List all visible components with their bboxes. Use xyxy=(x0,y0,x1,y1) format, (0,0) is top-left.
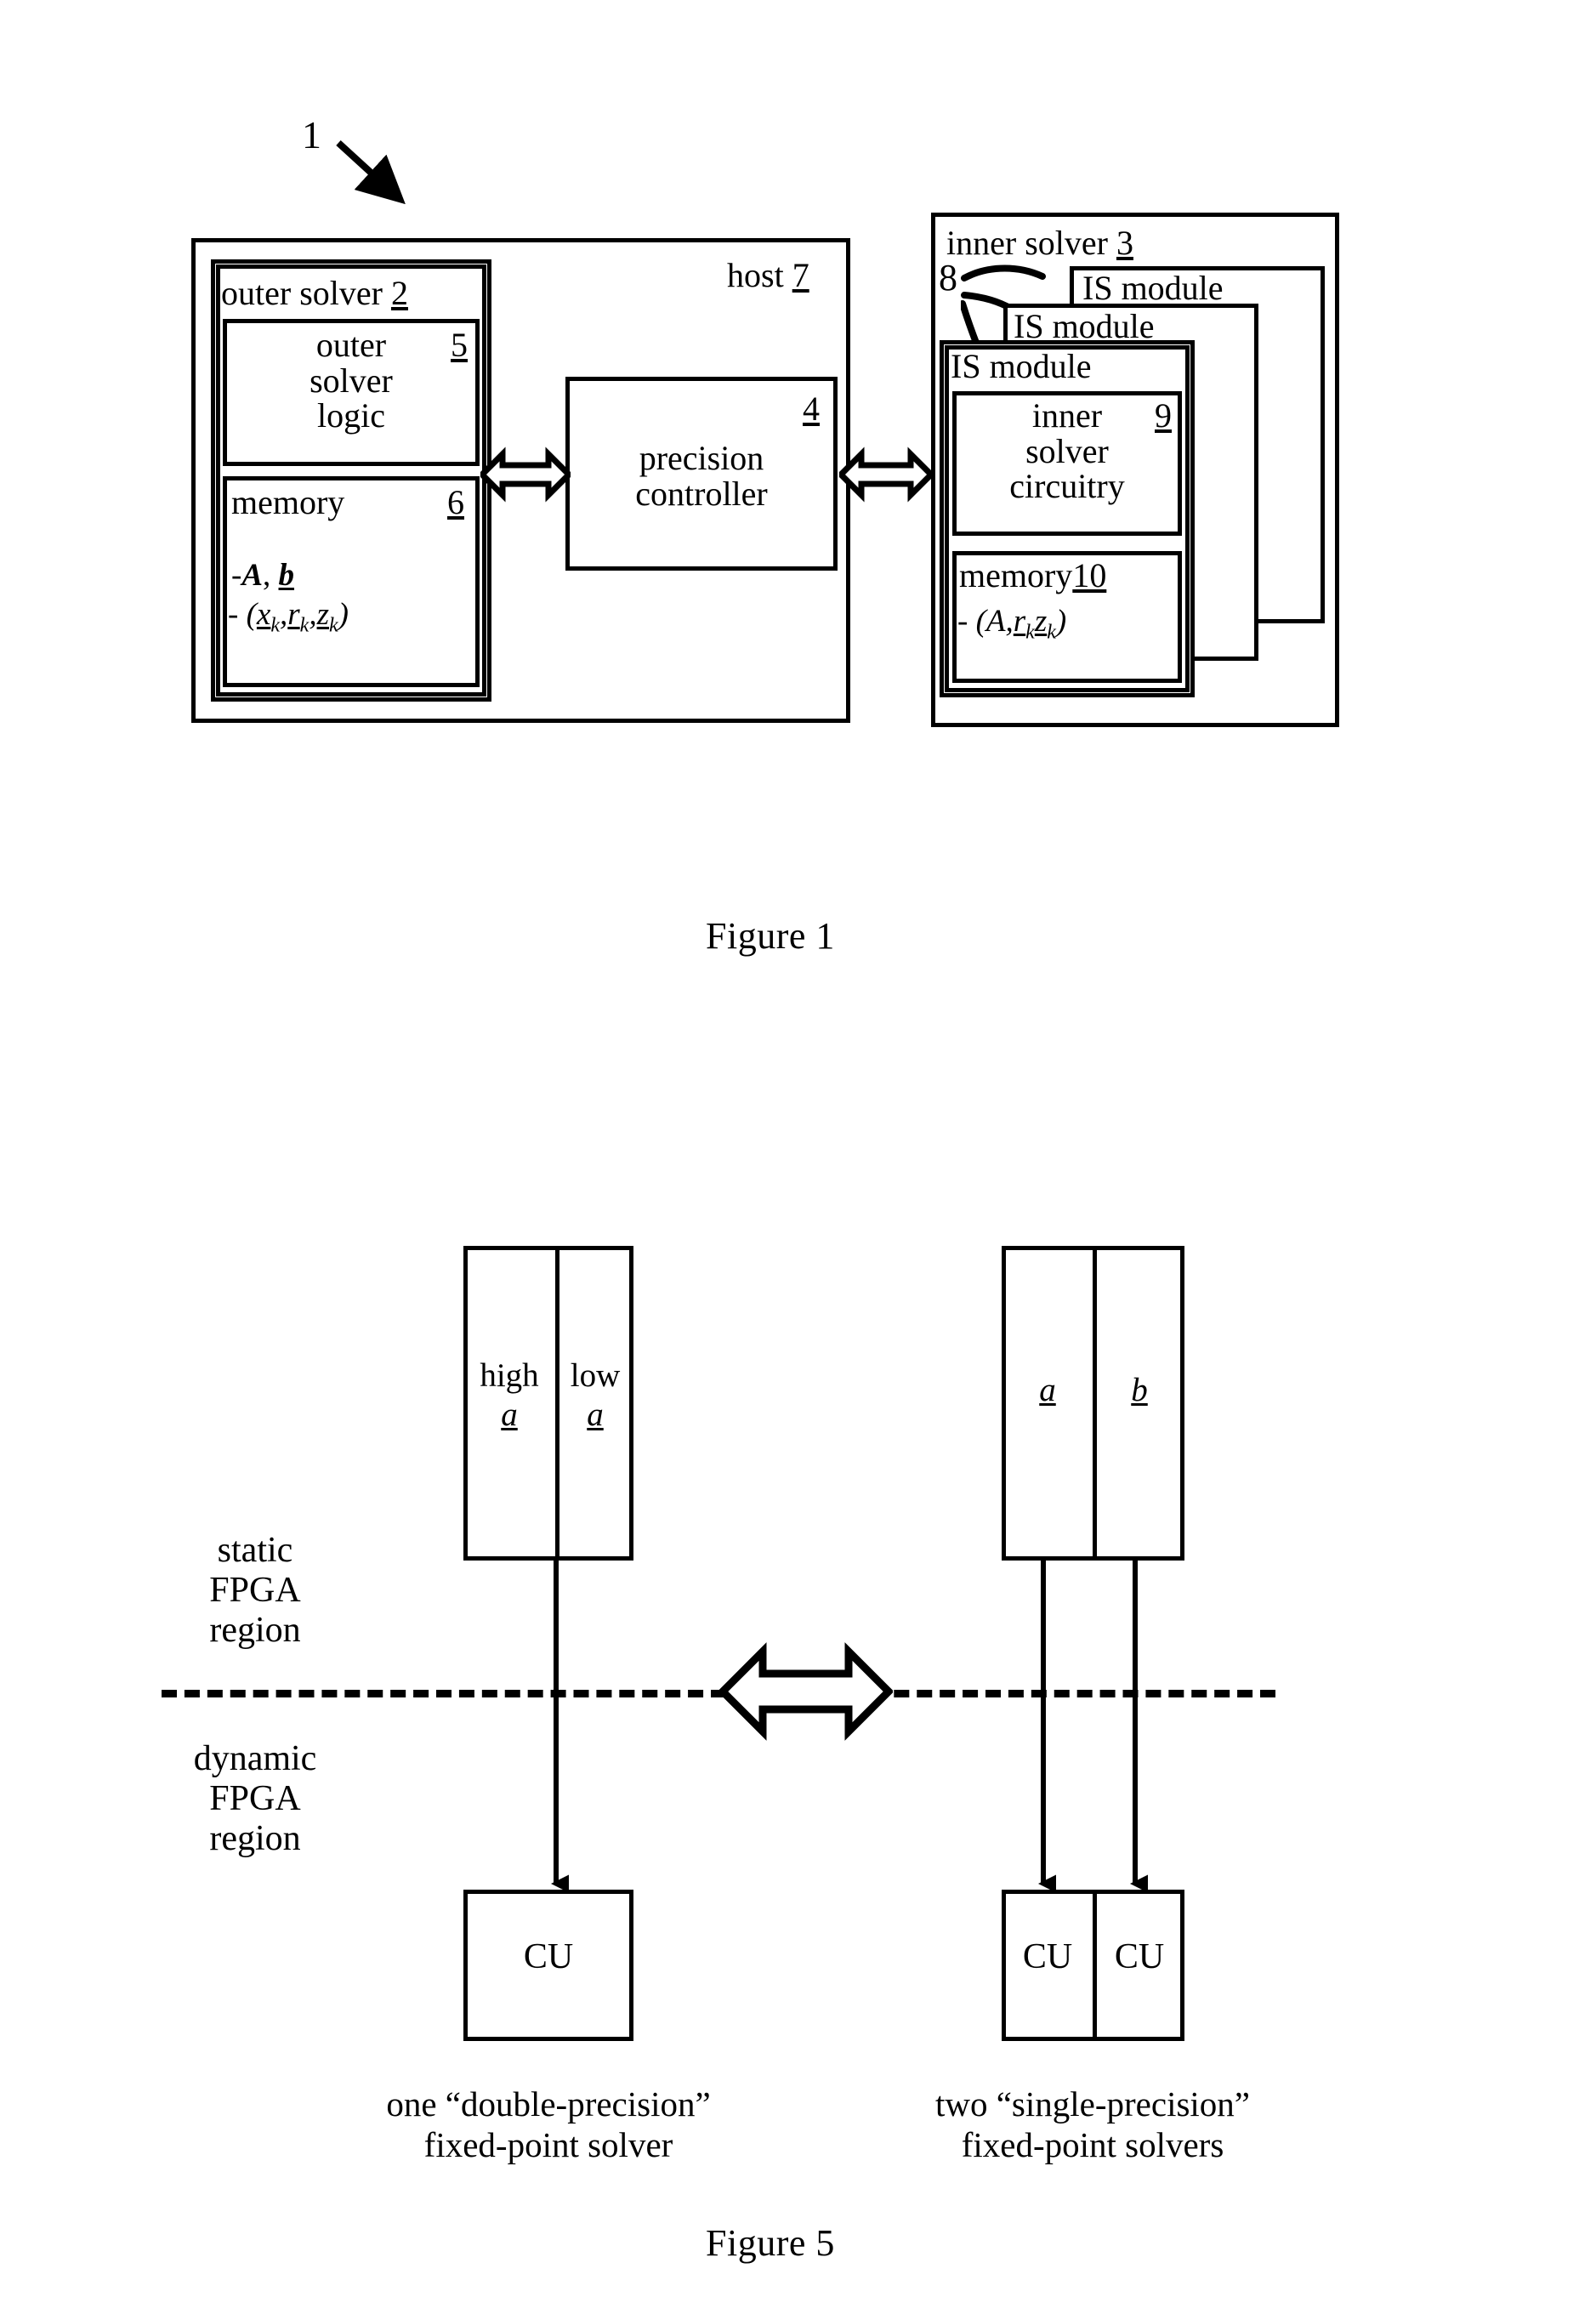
right-cu-label-2: CU xyxy=(1114,1937,1165,1976)
inner-solver-ref: 3 xyxy=(1116,224,1133,262)
left-register-2-line1: low xyxy=(570,1357,621,1394)
left-register-1-line1: high xyxy=(480,1357,539,1394)
inner-solver-circuitry-line1: inner xyxy=(1031,396,1103,435)
outer-memory-label: memory 6 xyxy=(231,485,471,520)
outer-memory-item2-suffix: ) xyxy=(338,597,349,632)
outer-memory-item-2: - (xk,rk,zk) xyxy=(228,597,349,637)
outer-memory-item2-x: x xyxy=(256,597,271,632)
outer-memory-ref: 6 xyxy=(447,483,464,521)
figure-5: static FPGA region dynamic FPGA region h… xyxy=(0,1233,1596,2297)
static-region-line2: FPGA xyxy=(209,1571,301,1611)
right-register-1: a xyxy=(1039,1372,1056,1408)
right-connector-arrow-1-icon xyxy=(1038,1561,1056,1894)
inner-solver-circuitry-line2: solver xyxy=(1025,431,1109,470)
outer-memory-item1-dash: - xyxy=(231,558,242,593)
outer-memory-label-text: memory xyxy=(231,483,345,521)
right-connector-arrow-2-icon xyxy=(1130,1561,1148,1894)
is-module-ref-8: 8 xyxy=(939,257,957,298)
dynamic-fpga-region-label: dynamic FPGA region xyxy=(157,1739,353,1859)
inner-memory-label: memory10 xyxy=(959,558,1175,594)
inner-memory-item-A: A xyxy=(985,604,1006,639)
left-register-1-line2: a xyxy=(501,1396,518,1434)
right-caption-line2: fixed-point solvers xyxy=(961,2125,1224,2165)
right-cu-label-1: CU xyxy=(1022,1937,1073,1976)
outer-solver-logic-line2: solver xyxy=(310,361,393,400)
host-label: host 7 xyxy=(727,258,809,293)
inner-memory-item-r: r xyxy=(1013,604,1026,639)
inner-memory-item-prefix: - ( xyxy=(957,604,986,639)
outer-memory-item2-sep2: , xyxy=(309,597,317,632)
outer-solver-logic-line1: outer xyxy=(315,326,387,364)
figure1-system-ref: 1 xyxy=(302,113,321,156)
dynamic-region-line1: dynamic xyxy=(193,1739,317,1778)
left-caption-line2: fixed-point solver xyxy=(423,2125,673,2165)
outer-memory-item2-z: z xyxy=(316,597,329,632)
inner-memory-item-sep1: , xyxy=(1005,604,1014,639)
inner-memory-item-sub1: k xyxy=(1025,621,1035,644)
outer-memory-item-1: -A, b xyxy=(231,558,295,593)
figure-1: 1 host 7 outer solver 2 outer 5 solver l… xyxy=(0,0,1596,1004)
left-caption: one “double-precision” fixed-point solve… xyxy=(251,2084,846,2166)
inner-solver-circuitry-text: inner 9 solver circuitry xyxy=(952,398,1182,504)
inner-solver-label-text: inner solver xyxy=(946,224,1108,262)
outer-solver-logic-text: outer 5 solver logic xyxy=(223,327,480,434)
outer-solver-label: outer solver 2 xyxy=(221,276,408,311)
inner-memory-item: - (A,rkzk) xyxy=(957,604,1067,644)
right-caption: two “single-precision” fixed-point solve… xyxy=(795,2084,1390,2166)
host-label-text: host xyxy=(727,256,784,294)
arrow-precision-innersolver xyxy=(839,446,933,503)
outer-memory-item2-prefix: - ( xyxy=(228,597,257,632)
inner-solver-circuitry-line3: circuitry xyxy=(1009,467,1125,506)
left-connector-arrow-icon xyxy=(551,1561,569,1894)
left-register-1: high a xyxy=(465,1356,554,1435)
outer-memory-item2-sub3: k xyxy=(328,614,338,637)
left-caption-line1: one “double-precision” xyxy=(386,2084,711,2124)
is-module-label-3: IS module xyxy=(1082,269,1224,307)
left-register-2: low a xyxy=(559,1356,632,1435)
outer-memory-item2-r: r xyxy=(287,597,300,632)
arrow-outersolver-precision xyxy=(480,446,571,503)
inner-memory-item-suffix: ) xyxy=(1055,604,1067,639)
right-register-2: b xyxy=(1131,1372,1148,1408)
outer-memory-item1-A: A xyxy=(241,558,264,593)
outer-solver-label-text: outer solver xyxy=(221,274,383,312)
host-ref: 7 xyxy=(792,256,809,294)
static-region-line1: static xyxy=(217,1531,293,1570)
inner-memory-label-text: memory xyxy=(959,556,1073,594)
left-cu-label: CU xyxy=(523,1937,574,1976)
inner-memory-item-sub2: k xyxy=(1047,621,1056,644)
outer-solver-logic-line3: logic xyxy=(317,396,385,435)
static-region-line3: region xyxy=(209,1611,301,1651)
precision-controller-line2: controller xyxy=(635,474,768,513)
outer-solver-logic-ref: 5 xyxy=(451,326,468,364)
static-fpga-region-label: static FPGA region xyxy=(157,1531,353,1651)
configuration-swap-arrow xyxy=(718,1641,893,1742)
outer-memory-item1-b: b xyxy=(278,558,295,593)
is-module-label-1: IS module xyxy=(951,347,1092,385)
is-module-label-2: IS module xyxy=(1014,307,1155,345)
inner-solver-label: inner solver 3 xyxy=(946,225,1133,261)
precision-controller-line1: precision xyxy=(639,439,764,477)
system-ref-arrow-icon xyxy=(336,140,406,205)
outer-memory-item2-sub1: k xyxy=(270,614,280,637)
dynamic-region-line2: FPGA xyxy=(209,1779,301,1819)
precision-controller-ref: 4 xyxy=(803,389,820,428)
outer-solver-ref: 2 xyxy=(390,274,408,312)
inner-memory-item-z: z xyxy=(1034,604,1048,639)
outer-memory-item2-sub2: k xyxy=(299,614,310,637)
dynamic-region-line3: region xyxy=(209,1819,301,1859)
inner-memory-ref: 10 xyxy=(1072,556,1107,594)
outer-memory-item2-sep1: , xyxy=(280,597,288,632)
outer-memory-item1-comma: , xyxy=(263,558,279,593)
figure-5-caption: Figure 5 xyxy=(706,2222,835,2264)
figure-1-caption: Figure 1 xyxy=(706,915,835,957)
inner-solver-circuitry-ref: 9 xyxy=(1155,396,1172,435)
left-register-2-line2: a xyxy=(587,1396,604,1434)
precision-controller-text: precision controller xyxy=(565,441,838,511)
right-caption-line1: two “single-precision” xyxy=(934,2084,1251,2124)
